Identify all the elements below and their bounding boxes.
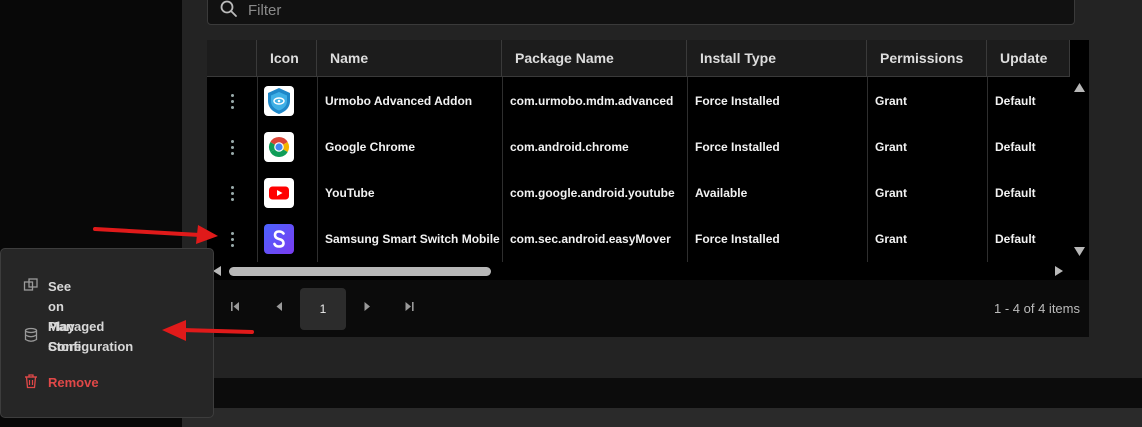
first-page-icon <box>231 302 239 311</box>
menu-item-label: Managed Configuration <box>48 319 134 354</box>
permissions: Grant <box>875 140 908 154</box>
scroll-up-icon[interactable] <box>1074 83 1085 92</box>
app-name: YouTube <box>325 186 375 200</box>
kebab-icon <box>230 184 234 202</box>
menu-item-label: Remove <box>48 375 99 390</box>
header-actions <box>207 40 257 77</box>
search-icon <box>220 0 237 17</box>
apps-grid: Icon Name Package Name Install Type Perm… <box>207 40 1089 337</box>
update: Default <box>995 232 1036 246</box>
package-name: com.android.chrome <box>510 140 629 154</box>
first-page-button[interactable] <box>231 302 240 314</box>
kebab-icon <box>230 138 234 156</box>
next-page-button[interactable] <box>364 302 371 314</box>
urmobo-addon-icon <box>264 86 294 116</box>
external-link-icon <box>23 278 38 291</box>
package-name: com.sec.android.easyMover <box>510 232 671 246</box>
package-name: com.urmobo.mdm.advanced <box>510 94 674 108</box>
header-install-type[interactable]: Install Type <box>687 40 867 77</box>
install-type: Available <box>695 186 748 200</box>
row-menu-button[interactable] <box>207 124 257 170</box>
scrollbar-thumb[interactable] <box>229 267 491 276</box>
scroll-left-icon[interactable] <box>213 266 221 276</box>
install-type: Force Installed <box>695 232 780 246</box>
filter-box[interactable] <box>207 0 1075 25</box>
table-row[interactable]: Urmobo Advanced Addon com.urmobo.mdm.adv… <box>207 78 1070 124</box>
vertical-scrollbar[interactable] <box>1070 77 1089 262</box>
database-icon <box>24 327 38 342</box>
scroll-right-icon[interactable] <box>1055 266 1063 276</box>
header-package[interactable]: Package Name <box>502 40 687 77</box>
update: Default <box>995 186 1036 200</box>
kebab-icon <box>230 92 234 110</box>
header-update[interactable]: Update <box>987 40 1070 77</box>
row-context-menu: See on Play Store Managed Configuration … <box>0 248 214 418</box>
next-page-icon <box>364 302 370 311</box>
row-menu-button[interactable] <box>207 216 257 262</box>
last-page-icon <box>405 302 414 311</box>
current-page-button[interactable]: 1 <box>300 288 346 330</box>
package-name: com.google.android.youtube <box>510 186 675 200</box>
kebab-icon <box>230 230 234 248</box>
install-type: Force Installed <box>695 140 780 154</box>
header-icon[interactable]: Icon <box>257 40 317 77</box>
footer-band <box>182 378 1142 408</box>
app-name: Samsung Smart Switch Mobile <box>325 232 500 246</box>
app-name: Urmobo Advanced Addon <box>325 94 473 108</box>
youtube-icon <box>264 178 294 208</box>
permissions: Grant <box>875 232 908 246</box>
bottom-band <box>182 408 1142 427</box>
grid-header: Icon Name Package Name Install Type Perm… <box>207 40 1070 77</box>
previous-page-icon <box>276 302 282 311</box>
table-row[interactable]: Samsung Smart Switch Mobile com.sec.andr… <box>207 216 1070 262</box>
permissions: Grant <box>875 186 908 200</box>
table-row[interactable]: Google Chrome com.android.chrome Force I… <box>207 124 1070 170</box>
header-permissions[interactable]: Permissions <box>867 40 987 77</box>
pager-summary: 1 - 4 of 4 items <box>994 301 1080 316</box>
header-name[interactable]: Name <box>317 40 502 77</box>
horizontal-scrollbar[interactable] <box>207 262 1070 280</box>
app-name: Google Chrome <box>325 140 416 154</box>
trash-icon <box>25 374 37 389</box>
pager: 1 1 - 4 of 4 items <box>207 280 1089 337</box>
table-row[interactable]: YouTube com.google.android.youtube Avail… <box>207 170 1070 216</box>
row-menu-button[interactable] <box>207 78 257 124</box>
update: Default <box>995 94 1036 108</box>
row-menu-button[interactable] <box>207 170 257 216</box>
samsung-smart-switch-icon <box>264 224 294 254</box>
scroll-down-icon[interactable] <box>1074 247 1085 256</box>
update: Default <box>995 140 1036 154</box>
permissions: Grant <box>875 94 908 108</box>
install-type: Force Installed <box>695 94 780 108</box>
previous-page-button[interactable] <box>276 302 283 314</box>
chrome-icon <box>264 132 294 162</box>
filter-input[interactable] <box>248 0 1048 21</box>
last-page-button[interactable] <box>405 302 414 314</box>
